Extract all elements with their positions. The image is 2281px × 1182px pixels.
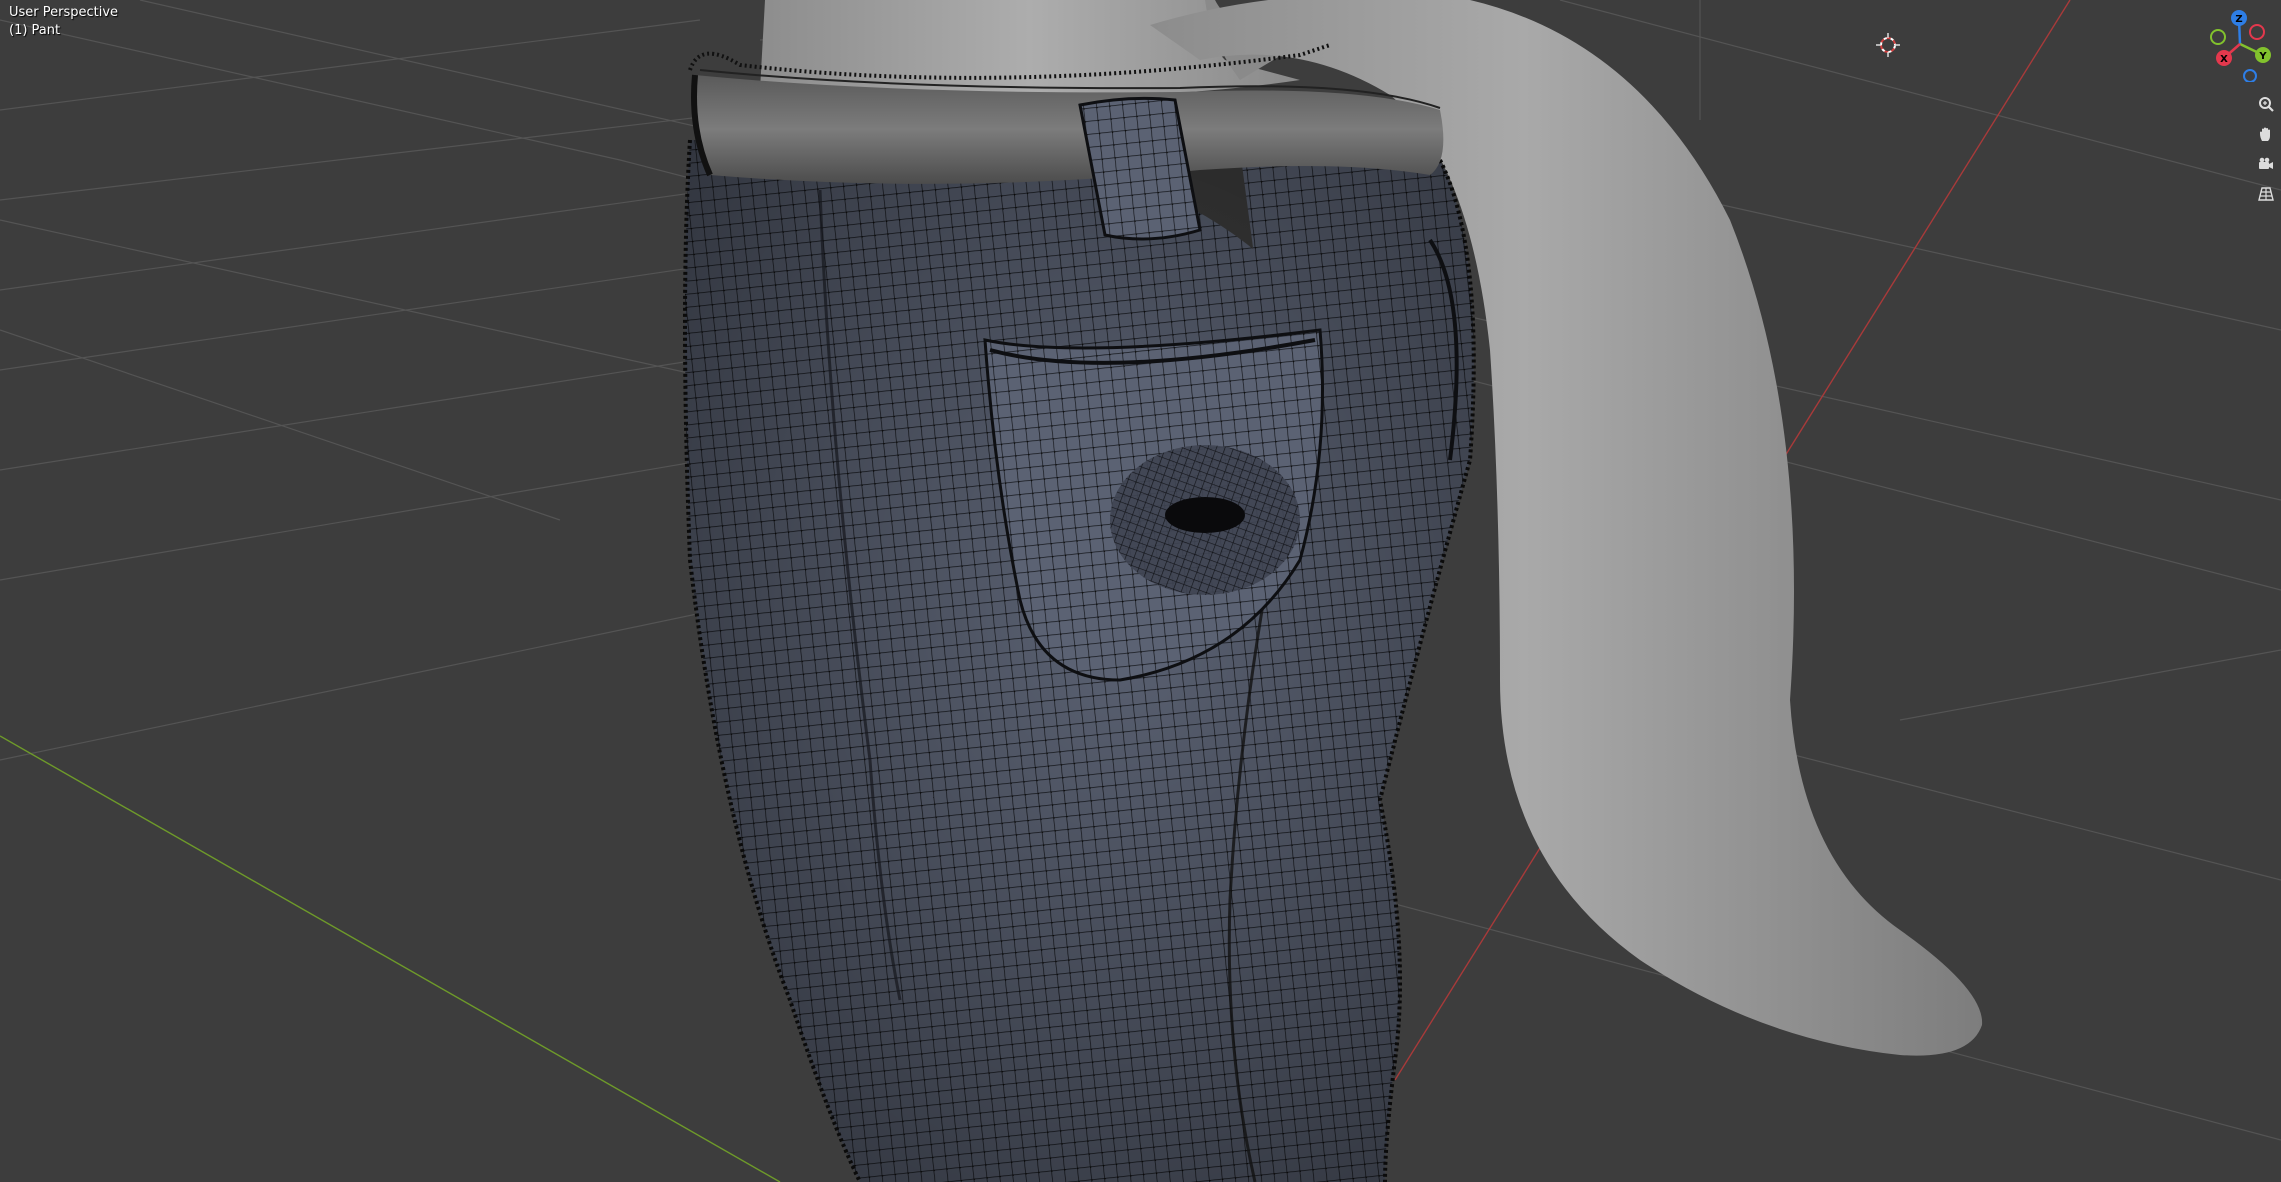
negative-y-axis-icon[interactable] [2210, 29, 2226, 45]
hand-pan-icon [2260, 127, 2270, 141]
camera-view-button[interactable] [2253, 151, 2279, 177]
x-axis-label: X [2220, 54, 2228, 65]
zoom-icon [2259, 97, 2274, 112]
3d-viewport[interactable]: User Perspective (1) Pant Z Y X [0, 0, 2281, 1182]
y-axis-line [0, 735, 781, 1182]
z-axis-label: Z [2235, 14, 2242, 25]
pan-button[interactable] [2253, 121, 2279, 147]
negative-x-axis-icon[interactable] [2249, 24, 2265, 40]
view-mode-label: User Perspective [9, 5, 119, 20]
x-axis-icon[interactable]: X [2216, 50, 2232, 66]
navigation-tools [2253, 91, 2279, 211]
z-axis-icon[interactable]: Z [2231, 10, 2247, 26]
y-axis-icon[interactable]: Y [2255, 47, 2271, 63]
negative-z-axis-icon[interactable] [2243, 69, 2257, 82]
y-axis-label: Y [2258, 51, 2267, 62]
zoom-button[interactable] [2253, 91, 2279, 117]
grid-ortho-icon [2258, 187, 2274, 201]
active-object-label: (1) Pant [9, 23, 61, 38]
camera-icon [2259, 157, 2273, 169]
ortho-toggle-button[interactable] [2253, 181, 2279, 207]
navigation-gizmo[interactable]: Z Y X [2196, 6, 2280, 82]
scene-canvas[interactable] [0, 0, 2281, 1182]
3d-cursor-icon[interactable] [1876, 33, 1900, 57]
